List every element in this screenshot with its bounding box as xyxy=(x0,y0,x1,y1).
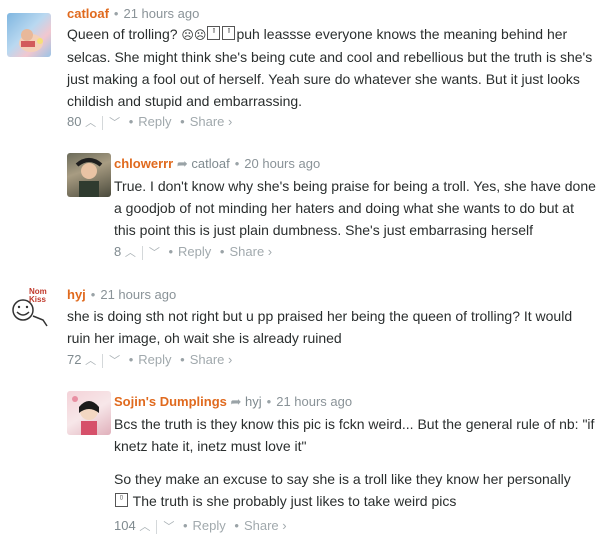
reply-button[interactable]: Reply xyxy=(178,244,211,259)
vote-count: 8 xyxy=(114,244,122,259)
comment-body: True. I don't know why she's being prais… xyxy=(114,178,596,238)
upvote-icon[interactable]: ︿ xyxy=(85,114,96,130)
comment-time[interactable]: 21 hours ago xyxy=(100,287,176,302)
separator-dot: • xyxy=(113,6,119,21)
separator-dot: • xyxy=(180,114,185,129)
separator-dot: • xyxy=(128,352,134,367)
comment-time[interactable]: 21 hours ago xyxy=(123,6,199,21)
avatar[interactable] xyxy=(67,391,111,435)
divider xyxy=(156,519,158,534)
separator-dot: • xyxy=(234,518,239,533)
separator-dot: • xyxy=(128,114,134,129)
reply-arrow-icon: ➦ xyxy=(230,394,242,409)
reply-arrow-icon: ➦ xyxy=(176,156,188,171)
separator-dot: • xyxy=(90,287,96,302)
avatar-image xyxy=(75,158,103,197)
avatar-image xyxy=(72,396,99,435)
avatar-caption: Nom Kiss xyxy=(29,287,47,304)
parent-author[interactable]: catloaf xyxy=(191,156,229,171)
sad-face-emoji: ☹☹ xyxy=(181,28,207,42)
comment-body: she is doing sth not right but u pp prai… xyxy=(67,308,573,346)
reply-button[interactable]: Reply xyxy=(193,518,226,533)
comment-author[interactable]: Sojin's Dumplings xyxy=(114,394,227,409)
parent-author[interactable]: hyj xyxy=(245,394,262,409)
downvote-icon[interactable]: ﹀ xyxy=(109,114,120,130)
comment-author[interactable]: chlowerrr xyxy=(114,156,173,171)
avatar-image xyxy=(19,29,43,52)
comment-author[interactable]: hyj xyxy=(67,287,86,302)
upvote-icon[interactable]: ︿ xyxy=(125,244,136,260)
separator-dot: • xyxy=(266,394,272,409)
vote-count: 80 xyxy=(67,114,82,129)
comment-body-paragraph-1: Bcs the truth is they know this pic is f… xyxy=(114,416,595,454)
share-button[interactable]: Share › xyxy=(229,244,272,259)
downvote-icon[interactable]: ﹀ xyxy=(163,518,174,534)
reply-button[interactable]: Reply xyxy=(138,114,171,129)
separator-dot: • xyxy=(180,352,185,367)
downvote-icon[interactable]: ﹀ xyxy=(109,352,120,368)
avatar[interactable]: Nom Kiss xyxy=(7,286,51,330)
avatar[interactable] xyxy=(67,153,111,197)
divider xyxy=(141,245,143,260)
divider xyxy=(102,115,104,130)
comment-body-paragraph-2: So they make an excuse to say she is a t… xyxy=(114,471,571,487)
reply-button[interactable]: Reply xyxy=(138,352,171,367)
avatar[interactable] xyxy=(7,13,51,57)
separator-dot: • xyxy=(234,156,240,171)
comment-body: Queen of trolling? ☹☹ ▯ ▯ puh leassse every… xyxy=(67,26,593,109)
vote-count: 104 xyxy=(114,518,136,533)
share-button[interactable]: Share › xyxy=(190,352,233,367)
divider xyxy=(102,353,104,368)
missing-glyph-icon: ▯ xyxy=(207,26,221,40)
upvote-icon[interactable]: ︿ xyxy=(139,518,150,534)
missing-glyph-icon: ▯ xyxy=(222,26,236,40)
downvote-icon[interactable]: ﹀ xyxy=(149,244,160,260)
comment-body-paragraph-3: ▯ The truth is she probably just likes t… xyxy=(114,490,596,512)
missing-glyph-icon: ▯ xyxy=(115,493,128,507)
separator-dot: • xyxy=(182,518,188,533)
comment-author[interactable]: catloaf xyxy=(67,6,109,21)
share-button[interactable]: Share › xyxy=(244,518,287,533)
separator-dot: • xyxy=(219,244,225,259)
comment-time[interactable]: 20 hours ago xyxy=(244,156,320,171)
vote-count: 72 xyxy=(67,352,82,367)
share-button[interactable]: Share › xyxy=(190,114,233,129)
separator-dot: • xyxy=(168,244,174,259)
upvote-icon[interactable]: ︿ xyxy=(85,352,96,368)
comment-time[interactable]: 21 hours ago xyxy=(276,394,352,409)
